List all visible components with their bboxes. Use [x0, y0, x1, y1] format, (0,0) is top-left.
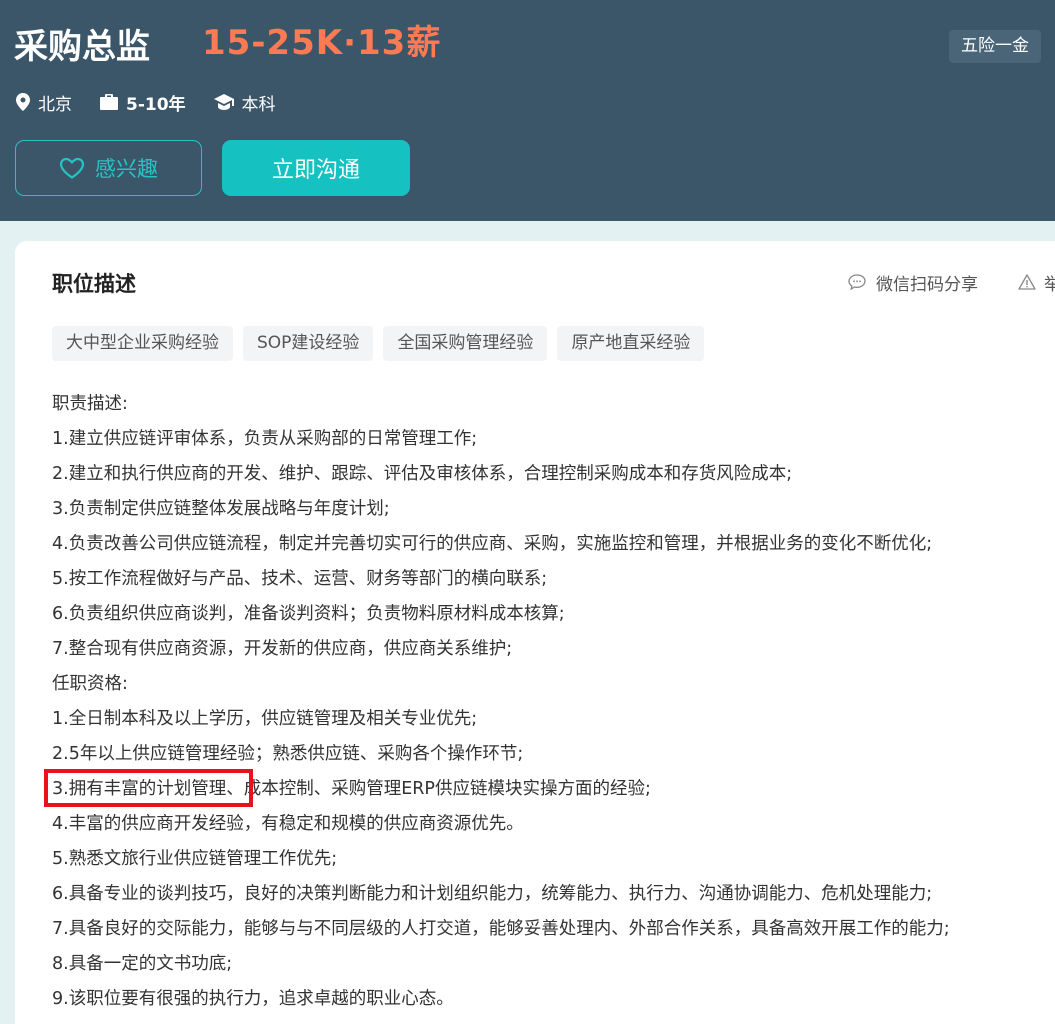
description-line: 6.具备专业的谈判技巧，良好的决策判断能力和计划组织能力，统筹能力、执行力、沟通… — [52, 884, 933, 904]
meta-experience: 5-10年 — [100, 90, 186, 115]
wechat-share-button[interactable]: 微信扫码分享 — [848, 270, 978, 295]
description-line: 1.全日制本科及以上学历，供应链管理及相关专业优先; — [52, 709, 478, 729]
experience-label: 5-10年 — [126, 94, 186, 115]
description-line: 7.具备良好的交际能力，能够与与不同层级的人打交道，能够妥善处理内、外部合作关系… — [52, 919, 950, 939]
job-title: 采购总监 — [14, 27, 150, 67]
interest-button[interactable]: 感兴趣 — [15, 140, 202, 196]
description-line: 6.负责组织供应商谈判，准备谈判资料；负责物料原材料成本核算; — [52, 604, 565, 624]
description-line: 9.该职位要有很强的执行力，追求卓越的职业心态。 — [52, 989, 454, 1009]
meta-education: 本科 — [213, 90, 276, 115]
interest-label: 感兴趣 — [95, 157, 158, 181]
description-line: 2.建立和执行供应商的开发、维护、跟踪、评估及审核体系，合理控制采购成本和存货风… — [52, 464, 793, 484]
heart-icon — [59, 157, 85, 179]
report-button[interactable]: 举 — [1018, 270, 1055, 295]
skill-tags: 大中型企业采购经验 SOP建设经验 全国采购管理经验 原产地直采经验 — [52, 326, 714, 361]
location-pin-icon — [16, 93, 30, 111]
description-line: 3.负责制定供应链整体发展战略与年度计划; — [52, 499, 390, 519]
graduation-cap-icon — [213, 94, 234, 110]
report-label: 举 — [1044, 274, 1055, 295]
section-title: 职位描述 — [52, 272, 136, 296]
warning-icon — [1018, 274, 1036, 290]
highlight-annotation-box — [44, 769, 253, 807]
briefcase-icon — [100, 94, 118, 110]
skill-tag: 全国采购管理经验 — [383, 326, 548, 361]
chat-now-button[interactable]: 立即沟通 — [222, 140, 410, 196]
description-line: 任职资格: — [52, 674, 128, 694]
description-line: 5.熟悉文旅行业供应链管理工作优先; — [52, 849, 338, 869]
description-line: 7.整合现有供应商资源，开发新的供应商，供应商关系维护; — [52, 639, 513, 659]
description-line: 5.按工作流程做好与产品、技术、运营、财务等部门的横向联系; — [52, 569, 548, 589]
description-line: 4.负责改善公司供应链流程，制定并完善切实可行的供应商、采购，实施监控和管理，并… — [52, 534, 933, 554]
meta-city: 北京 — [16, 90, 72, 115]
skill-tag: 大中型企业采购经验 — [52, 326, 233, 361]
chat-bubble-icon — [848, 274, 866, 290]
share-label: 微信扫码分享 — [876, 274, 978, 295]
benefit-tag: 五险一金 — [949, 30, 1041, 63]
skill-tag: 原产地直采经验 — [557, 326, 705, 361]
description-line: 4.丰富的供应商开发经验，有稳定和规模的供应商资源优先。 — [52, 814, 524, 834]
skill-tag: SOP建设经验 — [243, 326, 374, 361]
description-line: 8.具备一定的文书功底; — [52, 954, 233, 974]
salary: 15-25K·13薪 — [202, 23, 442, 63]
description-line: 1.建立供应链评审体系，负责从采购部的日常管理工作; — [52, 429, 478, 449]
education-label: 本科 — [241, 94, 276, 115]
description-line: 职责描述: — [52, 394, 128, 414]
city-label: 北京 — [38, 94, 72, 115]
description-line: 2.5年以上供应链管理经验；熟悉供应链、采购各个操作环节; — [52, 744, 524, 764]
job-description: 职责描述: 1.建立供应链评审体系，负责从采购部的日常管理工作; 2.建立和执行… — [52, 387, 1055, 1017]
job-meta-row: 北京 5-10年 本科 — [16, 88, 304, 116]
